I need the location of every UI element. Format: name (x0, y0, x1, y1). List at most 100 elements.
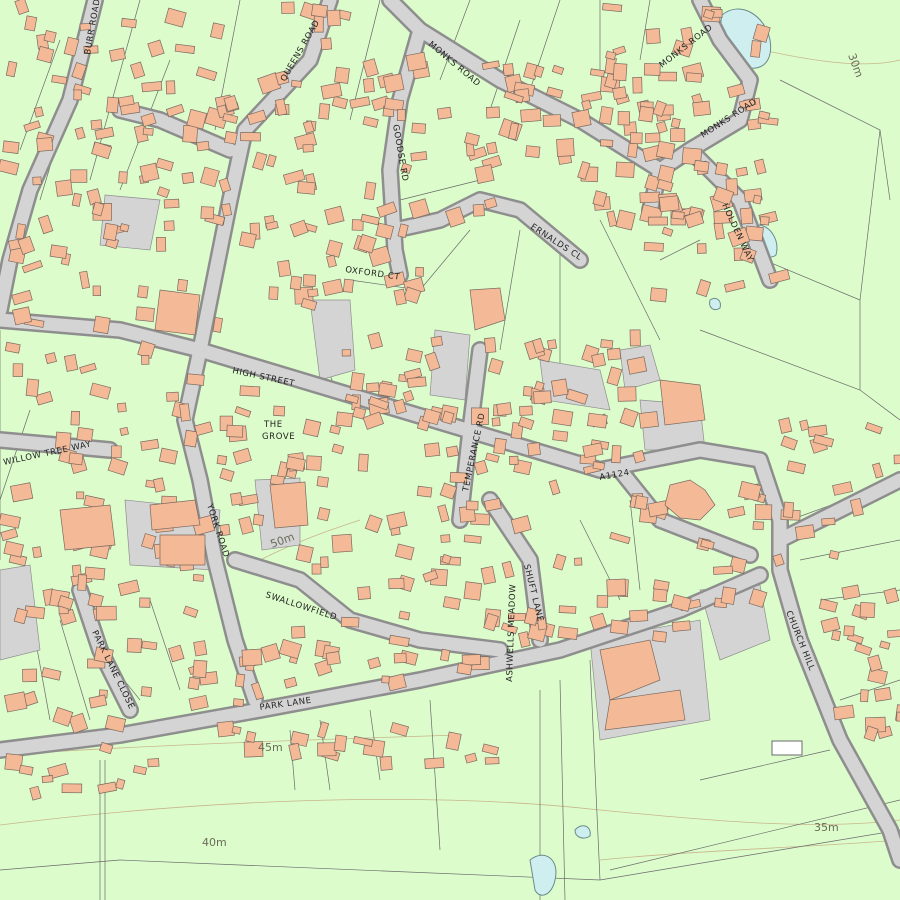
building-footprint (232, 698, 245, 707)
building-footprint (461, 654, 482, 666)
building-footprint (463, 534, 482, 544)
building-footprint (141, 640, 158, 651)
building-footprint (720, 586, 737, 605)
building-footprint (405, 51, 428, 72)
building-footprint (436, 106, 452, 120)
building-footprint (558, 605, 577, 614)
building-footprint (238, 231, 257, 249)
building-footprint (828, 549, 840, 560)
building-footprint (147, 758, 160, 768)
building-footprint (240, 132, 261, 142)
building-footprint (22, 668, 38, 683)
building-footprint (759, 216, 770, 226)
building-footprint (600, 339, 614, 349)
building-footprint (750, 40, 762, 58)
building-footprint (463, 581, 483, 601)
building-footprint (92, 315, 111, 335)
building-footprint (491, 417, 501, 427)
building-footprint (216, 454, 228, 466)
building-footprint (277, 259, 292, 278)
building-footprint (873, 687, 892, 702)
building-footprint (416, 485, 433, 498)
building-footprint (231, 725, 242, 735)
building-footprint (76, 427, 94, 442)
building-footprint (712, 565, 734, 575)
building-footprint (602, 2, 623, 13)
building-footprint (398, 610, 411, 621)
contour-label-40m: 40m (202, 836, 227, 849)
building-footprint (509, 455, 519, 465)
building-footprint (90, 119, 103, 130)
building-footprint (617, 386, 637, 402)
building-footprint (639, 191, 661, 204)
building-footprint (617, 111, 631, 126)
map-canvas[interactable]: BURR ROAD QUEENS ROAD MONKS ROAD MONKS R… (0, 0, 900, 900)
building-footprint (714, 161, 729, 177)
building-footprint (310, 3, 329, 18)
building-footprint (290, 625, 306, 639)
building-footprint (670, 128, 686, 142)
building-footprint (424, 757, 445, 770)
building-footprint (325, 651, 341, 666)
building-footprint (647, 216, 668, 226)
building-footprint (187, 676, 201, 691)
building-footprint (320, 556, 329, 568)
building-footprint (615, 161, 635, 178)
building-footprint (557, 626, 579, 640)
building-footprint (55, 179, 73, 197)
building-footprint (615, 209, 636, 231)
building-footprint (472, 203, 485, 217)
building-footprint (2, 140, 20, 154)
building-footprint (342, 278, 354, 293)
label-grove: GROVE (262, 432, 295, 442)
building-footprint (24, 15, 38, 32)
building-footprint (156, 236, 167, 252)
building-footprint (596, 595, 609, 608)
building-footprint (415, 266, 425, 277)
building-footprint (696, 243, 707, 254)
building-footprint (290, 79, 302, 88)
building-footprint (349, 372, 365, 392)
building-footprint (63, 354, 79, 372)
building-footprint (165, 80, 176, 95)
building-footprint (632, 76, 643, 94)
building-footprint (643, 241, 664, 252)
building-footprint (302, 143, 314, 153)
building-footprint (141, 355, 150, 365)
building-footprint (61, 783, 83, 794)
building-footprint (163, 220, 175, 232)
building-footprint (316, 506, 331, 522)
building-footprint (456, 662, 473, 676)
building-footprint (200, 206, 215, 220)
building-footprint (484, 337, 497, 354)
building-footprint (671, 620, 691, 632)
building-footprint (626, 356, 648, 375)
building-footprint (239, 385, 261, 397)
building-footprint (186, 373, 205, 386)
building-footprint (158, 447, 178, 465)
building-footprint (182, 124, 199, 144)
building-footprint (318, 103, 331, 120)
building-footprint (598, 105, 614, 125)
large-building-7 (149, 499, 201, 531)
building-footprint (245, 730, 257, 743)
building-footprint (111, 445, 122, 459)
building-footprint (176, 278, 189, 292)
building-footprint (311, 563, 322, 575)
building-footprint (859, 689, 869, 703)
building-footprint (96, 605, 117, 621)
building-footprint (320, 37, 333, 51)
building-footprint (522, 386, 533, 397)
building-footprint (424, 442, 441, 458)
building-footprint (9, 482, 34, 503)
building-footprint (671, 210, 685, 220)
building-footprint (44, 352, 57, 365)
building-footprint (485, 141, 498, 155)
building-footprint (670, 117, 681, 129)
building-footprint (658, 71, 677, 82)
building-footprint (493, 437, 507, 455)
large-building-4 (154, 289, 201, 336)
building-footprint (340, 616, 360, 628)
building-footprint (382, 73, 405, 94)
building-footprint (331, 533, 353, 553)
